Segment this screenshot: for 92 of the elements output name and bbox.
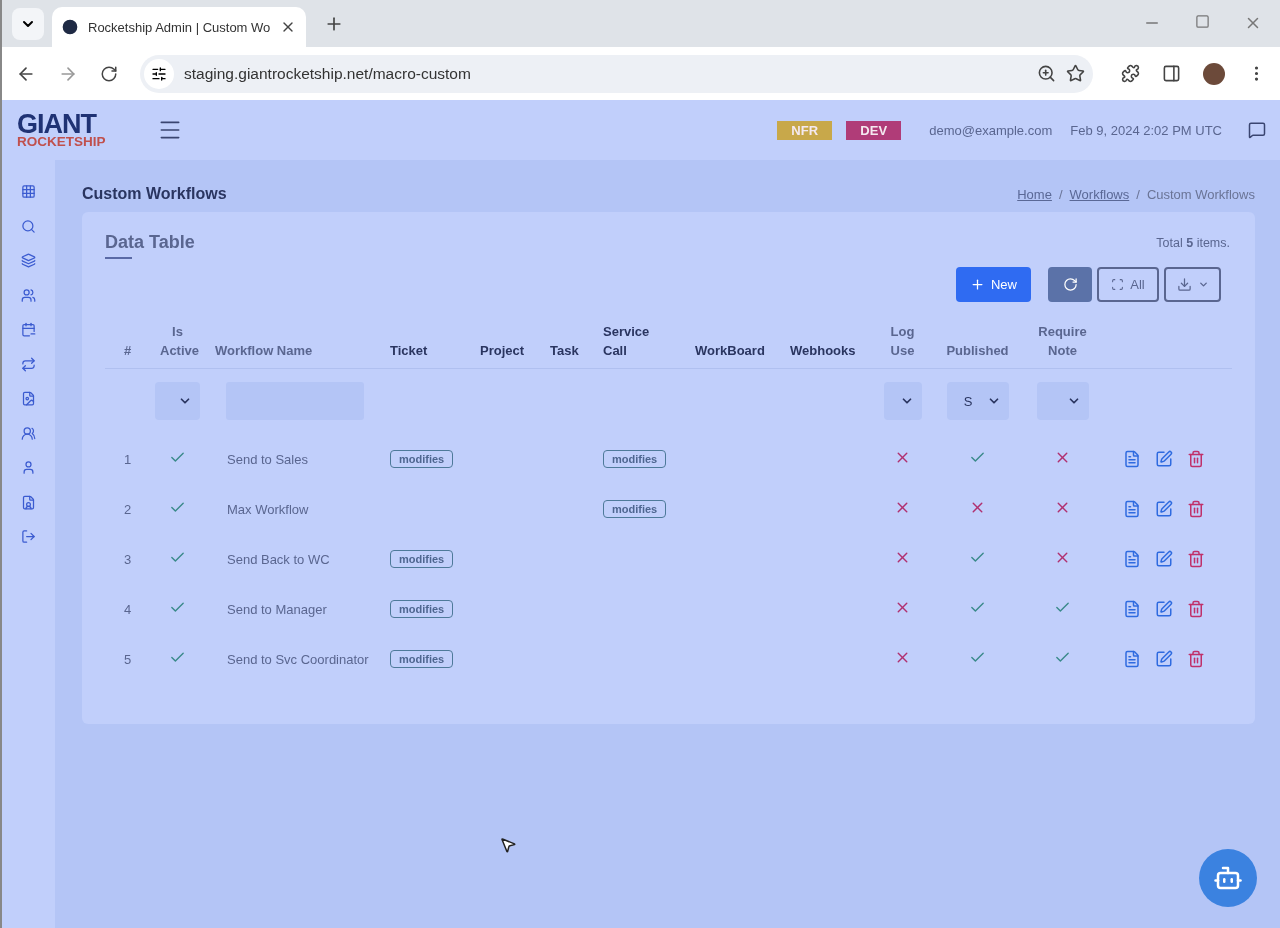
column-header: WorkBoard: [695, 342, 765, 358]
maximize-icon[interactable]: [1195, 14, 1210, 29]
document-icon[interactable]: [1123, 600, 1141, 618]
row-number: 1: [123, 451, 132, 467]
tab-title: Rocketship Admin | Custom Wo: [88, 19, 271, 35]
download-button[interactable]: [1164, 267, 1221, 302]
file-image-icon[interactable]: [21, 391, 36, 406]
column-header: Is Active: [160, 323, 200, 358]
sliders-icon: [151, 65, 167, 82]
side-panel-icon[interactable]: [1162, 64, 1181, 83]
column-header: Published: [946, 342, 1009, 358]
page-title: Custom Workflows: [82, 185, 227, 203]
edit-icon[interactable]: [1155, 450, 1173, 468]
delete-icon[interactable]: [1187, 450, 1205, 468]
caret-icon: [1197, 279, 1209, 290]
column-header: Ticket: [390, 342, 428, 358]
download-icon: [1176, 277, 1192, 292]
workflow-name: Send Back to WC: [227, 551, 330, 567]
delete-icon[interactable]: [1187, 500, 1205, 518]
column-header: Require Note: [1038, 323, 1087, 358]
breadcrumb-separator: /: [1136, 186, 1140, 202]
zoom-icon[interactable]: [1037, 64, 1056, 83]
expand-all-button[interactable]: All: [1097, 267, 1159, 302]
modifies-tag: modifies: [390, 600, 454, 618]
row-number: 4: [123, 601, 132, 617]
filter-select[interactable]: S: [946, 382, 1009, 421]
grid-icon[interactable]: [21, 184, 36, 199]
env-badge: DEV: [846, 120, 902, 140]
repeat-icon[interactable]: [21, 356, 36, 372]
document-icon[interactable]: [1123, 650, 1141, 668]
modifies-tag: modifies: [390, 650, 454, 668]
edit-icon[interactable]: [1155, 650, 1173, 668]
avatar[interactable]: [1203, 62, 1225, 85]
column-header: Service Call: [603, 323, 650, 358]
tab-list-button[interactable]: [12, 7, 44, 40]
logout-icon[interactable]: [21, 529, 36, 544]
refresh-icon: [1062, 277, 1078, 292]
document-icon[interactable]: [1123, 450, 1141, 468]
refresh-button[interactable]: [1048, 267, 1092, 302]
browser-tab[interactable]: Rocketship Admin | Custom Wo: [52, 7, 307, 47]
column-header: Task: [550, 342, 579, 358]
edit-icon[interactable]: [1155, 550, 1173, 568]
delete-icon[interactable]: [1187, 550, 1205, 568]
document-icon[interactable]: [1123, 550, 1141, 568]
edit-icon[interactable]: [1155, 600, 1173, 618]
address-bar[interactable]: staging.giantrocketship.net/macro-custom: [140, 54, 1093, 93]
calendar-icon[interactable]: [21, 322, 36, 337]
plus-icon: [970, 277, 985, 292]
reload-icon[interactable]: [100, 64, 118, 83]
modifies-tag: modifies: [603, 500, 667, 518]
column-header: #: [123, 342, 132, 358]
modifies-tag: modifies: [390, 450, 454, 468]
workflow-name: Max Workflow: [227, 501, 309, 517]
workflow-name: Send to Manager: [227, 601, 327, 617]
search-icon[interactable]: [21, 218, 36, 234]
logo[interactable]: GIANT ROCKETSHIP: [17, 111, 157, 149]
expand-icon: [1111, 278, 1125, 291]
row-number: 2: [123, 501, 132, 517]
document-icon[interactable]: [1123, 500, 1141, 518]
team-icon[interactable]: [21, 287, 36, 303]
workflow-name: Send to Sales: [227, 451, 308, 467]
help-icon[interactable]: [1248, 121, 1266, 139]
url-text: staging.giantrocketship.net/macro-custom: [184, 64, 472, 83]
column-header: Log Use: [890, 323, 915, 358]
favicon-icon: [62, 19, 78, 35]
delete-icon[interactable]: [1187, 650, 1205, 668]
total-count: Total 5 items.: [1156, 236, 1230, 250]
cursor-icon: [499, 836, 517, 854]
users-icon[interactable]: [21, 425, 36, 441]
column-header: Project: [480, 342, 525, 358]
column-header: Workflow Name: [215, 342, 313, 358]
column-header: Webhooks: [790, 342, 856, 358]
row-number: 5: [123, 651, 132, 667]
workflow-name: Send to Svc Coordinator: [227, 651, 369, 667]
env-badge: NFR: [777, 120, 833, 140]
edit-icon[interactable]: [1155, 500, 1173, 518]
card-title: Data Table: [105, 232, 195, 254]
site-info-button[interactable]: [144, 58, 174, 89]
modifies-tag: modifies: [603, 450, 667, 468]
layers-icon[interactable]: [21, 253, 36, 268]
breadcrumb-current: Custom Workflows: [1146, 186, 1255, 202]
extensions-icon[interactable]: [1121, 64, 1140, 83]
star-icon[interactable]: [1066, 64, 1085, 83]
modifies-tag: modifies: [390, 550, 454, 568]
delete-icon[interactable]: [1187, 600, 1205, 618]
new-button[interactable]: New: [956, 267, 1031, 302]
user-icon[interactable]: [21, 460, 36, 475]
date-time: Feb 9, 2024 2:02 PM UTC: [1070, 122, 1222, 138]
user-email: demo@example.com: [929, 122, 1053, 138]
file-user-icon[interactable]: [21, 494, 36, 510]
row-number: 3: [123, 551, 132, 567]
breadcrumb-separator: /: [1058, 186, 1063, 202]
